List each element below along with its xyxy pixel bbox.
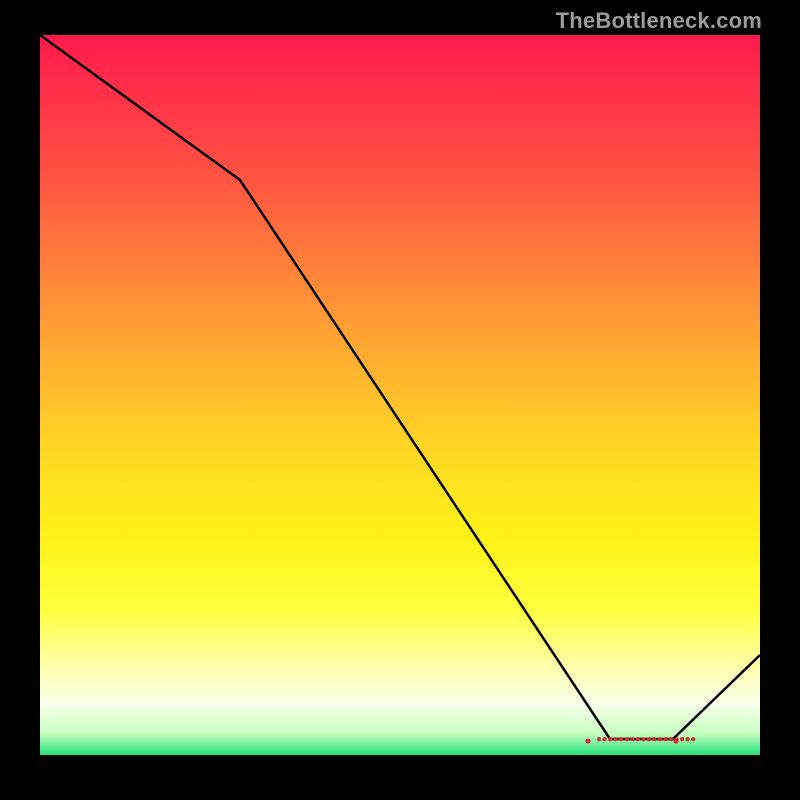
curve-min-label: ●●●●●●●●●●●●●●●●●● xyxy=(596,734,696,745)
curve-line xyxy=(40,35,760,755)
plot-area: ●●●●●●●●●●●●●●●●●● xyxy=(40,35,760,755)
curve-path xyxy=(40,35,760,739)
watermark-text: TheBottleneck.com xyxy=(556,8,762,34)
chart-frame: TheBottleneck.com ●●●●●●●●●●●●●●●●●● xyxy=(0,0,800,800)
